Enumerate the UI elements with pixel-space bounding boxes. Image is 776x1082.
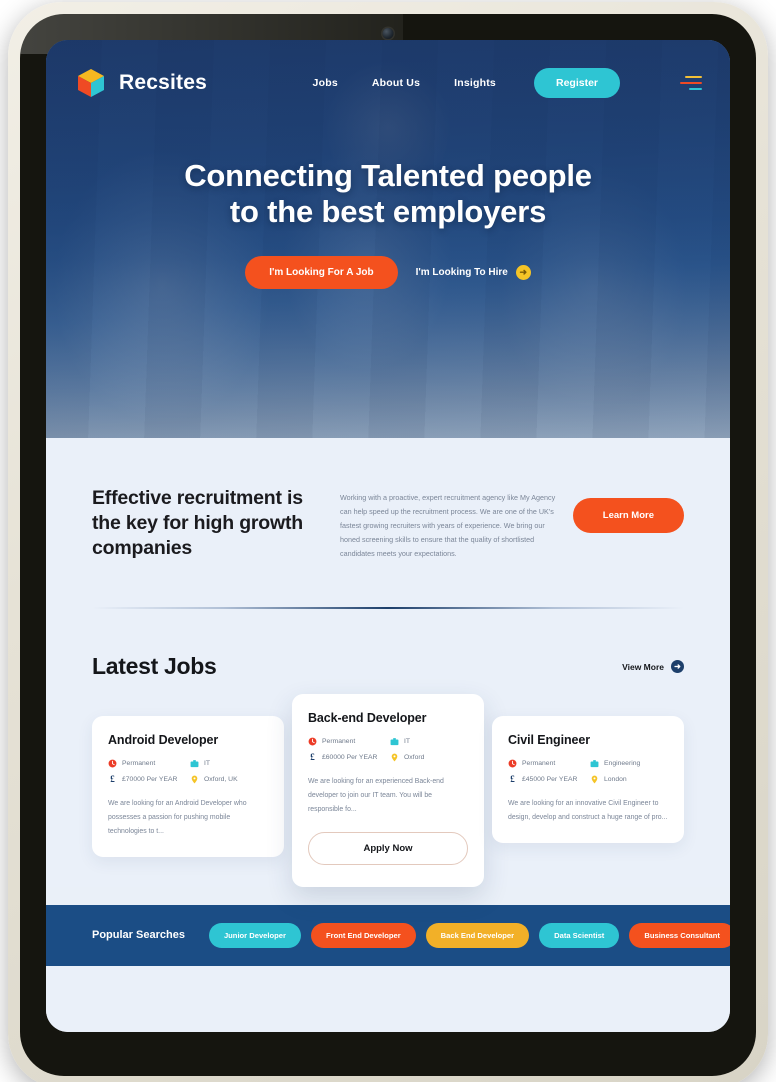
clock-icon (308, 737, 317, 746)
hero-section: Recsites Jobs About Us Insights Register (46, 40, 730, 438)
job-location: London (590, 775, 668, 784)
page-title: Latest Jobs (92, 653, 217, 680)
arrow-right-circle-icon: ➜ (515, 264, 531, 280)
about-photo (142, 1000, 392, 1032)
job-location: Oxford, UK (190, 775, 268, 784)
looking-to-hire-label: I'm Looking To Hire (415, 266, 508, 278)
job-location-label: London (604, 776, 627, 784)
tablet-outer-frame: Recsites Jobs About Us Insights Register (8, 2, 768, 1082)
tag-back-end-developer[interactable]: Back End Developer (425, 922, 530, 948)
job-meta: Permanent IT £ £70000 Per YEAR Oxford, U… (108, 759, 268, 784)
job-salary-label: £60000 Per YEAR (322, 754, 378, 762)
location-pin-icon (390, 753, 399, 762)
looking-to-hire-link[interactable]: I'm Looking To Hire ➜ (415, 264, 531, 280)
job-type-label: Permanent (122, 760, 156, 768)
view-more-label: View More (622, 661, 664, 672)
tablet-bezel: Recsites Jobs About Us Insights Register (20, 14, 756, 1076)
intro-paragraph: Working with a proactive, expert recruit… (340, 493, 556, 559)
clock-icon (108, 759, 117, 768)
job-card[interactable]: Android Developer Permanent IT £ £70000 … (92, 716, 284, 857)
job-cards-list: Android Developer Permanent IT £ £70000 … (92, 694, 684, 887)
nav-link-insights[interactable]: Insights (454, 77, 496, 89)
job-type-label: Permanent (522, 760, 556, 768)
hamburger-line-top (685, 75, 702, 79)
job-category-label: IT (404, 738, 411, 746)
divider-wrap (46, 561, 730, 610)
job-salary-label: £70000 Per YEAR (122, 776, 178, 784)
job-type: Permanent (108, 759, 186, 768)
job-card[interactable]: Civil Engineer Permanent Engineering £ £… (492, 716, 684, 843)
job-title: Back-end Developer (308, 711, 427, 726)
job-card-featured[interactable]: Back-end Developer Permanent IT £ £60000… (292, 694, 484, 887)
job-category-label: IT (204, 760, 211, 768)
job-location-label: Oxford (404, 754, 425, 762)
hero-content: Connecting Talented people to the best e… (46, 158, 730, 289)
register-button[interactable]: Register (533, 68, 620, 98)
job-description: We are looking for an innovative Civil E… (508, 800, 668, 821)
job-type: Permanent (308, 737, 386, 746)
learn-more-button[interactable]: Learn More (572, 498, 684, 533)
job-location: Oxford (390, 753, 468, 762)
job-category: IT (390, 737, 468, 746)
hamburger-menu-icon[interactable] (680, 75, 702, 91)
popular-searches-bar: Popular Searches Junior Developer Front … (46, 904, 730, 966)
job-salary: £ £60000 Per YEAR (308, 753, 386, 762)
looking-for-a-job-button[interactable]: I'm Looking For A Job (245, 255, 398, 289)
hamburger-line-bottom (689, 87, 702, 91)
hero-headline: Connecting Talented people to the best e… (184, 158, 592, 229)
tag-business-consultant[interactable]: Business Consultant (629, 922, 730, 948)
job-title: Civil Engineer (508, 733, 590, 748)
apply-now-button[interactable]: Apply Now (308, 831, 468, 865)
job-salary-label: £45000 Per YEAR (522, 776, 578, 784)
pound-currency-icon: £ (110, 774, 115, 785)
tag-front-end-developer[interactable]: Front End Developer (310, 922, 416, 948)
job-salary: £ £70000 Per YEAR (108, 775, 186, 784)
location-pin-icon (590, 775, 599, 784)
brand-logo[interactable]: Recsites (74, 66, 207, 100)
hero-cta-group: I'm Looking For A Job I'm Looking To Hir… (46, 255, 730, 289)
tablet-screen: Recsites Jobs About Us Insights Register (46, 40, 730, 1032)
latest-jobs-section: Latest Jobs View More ➜ Android Develope… (46, 609, 730, 887)
site-navigation: Recsites Jobs About Us Insights Register (46, 40, 730, 100)
jobs-header: Latest Jobs View More ➜ (92, 653, 684, 680)
nav-link-about-us[interactable]: About Us (372, 77, 420, 89)
job-meta: Permanent IT £ £60000 Per YEAR Oxford (308, 737, 468, 762)
intro-section: Effective recruitment is the key for hig… (46, 438, 730, 562)
job-description: We are looking for an Android Developer … (108, 800, 247, 835)
pound-currency-icon: £ (510, 774, 515, 785)
briefcase-icon (390, 737, 399, 746)
pound-currency-icon: £ (310, 752, 315, 763)
job-title: Android Developer (108, 733, 219, 748)
hamburger-line-middle (680, 81, 702, 85)
device-stage: Recsites Jobs About Us Insights Register (0, 0, 776, 1082)
intro-heading: Effective recruitment is the key for hig… (92, 487, 303, 559)
tag-data-scientist[interactable]: Data Scientist (539, 922, 620, 948)
nav-link-jobs[interactable]: Jobs (313, 77, 338, 89)
view-more-link[interactable]: View More ➜ (622, 660, 684, 674)
popular-searches-label: Popular Searches (92, 929, 185, 942)
briefcase-icon (190, 759, 199, 768)
job-type-label: Permanent (322, 738, 356, 746)
location-pin-icon (190, 775, 199, 784)
arrow-right-circle-icon: ➜ (671, 660, 684, 674)
job-location-label: Oxford, UK (204, 776, 238, 784)
front-camera-icon (382, 28, 394, 39)
brand-name: Recsites (119, 71, 207, 94)
cube-icon (74, 66, 108, 100)
job-type: Permanent (508, 759, 586, 768)
job-meta: Permanent Engineering £ £45000 Per YEAR … (508, 759, 668, 784)
tag-junior-developer[interactable]: Junior Developer (208, 922, 301, 948)
job-category: Engineering (590, 759, 668, 768)
job-description: We are looking for an experienced Back-e… (308, 778, 444, 813)
clock-icon (508, 759, 517, 768)
job-salary: £ £45000 Per YEAR (508, 775, 586, 784)
briefcase-icon (590, 759, 599, 768)
intro-cta-wrap: Learn More (572, 498, 684, 533)
nav-links: Jobs About Us Insights Register (313, 68, 702, 98)
job-category-label: Engineering (604, 760, 641, 768)
job-category: IT (190, 759, 268, 768)
about-section: About us (46, 965, 730, 1032)
